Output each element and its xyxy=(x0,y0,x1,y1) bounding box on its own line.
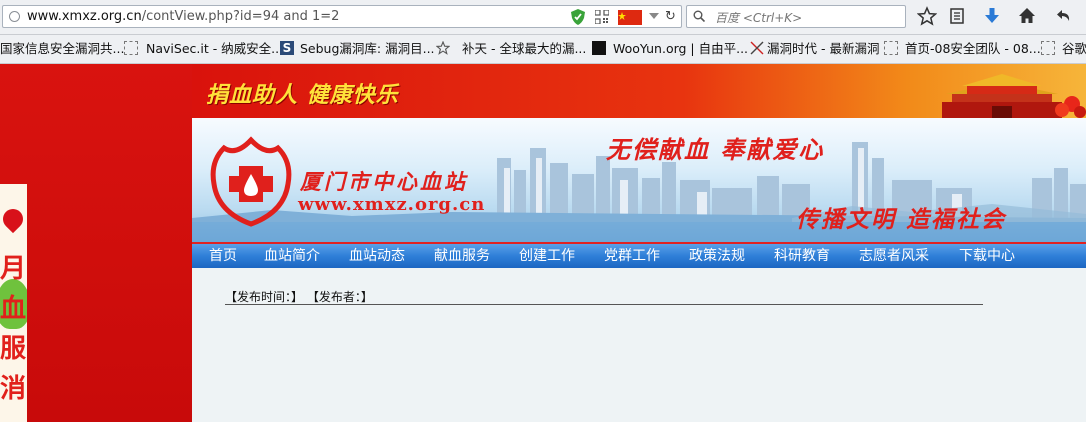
download-icon[interactable] xyxy=(982,6,1002,26)
page-icon xyxy=(1041,41,1055,55)
bookmark-08sec[interactable]: 首页-08安全团队 - 08... xyxy=(905,41,1041,57)
bookmark-star-icon[interactable] xyxy=(917,6,937,26)
org-name: 厦门市中心血站 xyxy=(300,169,468,194)
blood-drop-icon xyxy=(0,204,27,234)
address-bar[interactable]: www.xmxz.org.cn/contView.php?id=94 and 1… xyxy=(2,5,682,28)
nav-party-work[interactable]: 党群工作 xyxy=(604,247,660,265)
tiananmen-image xyxy=(942,74,1086,118)
article-content: 【发布时间：】 【发布者：】 xyxy=(192,268,1086,422)
slogan-civilization: 传播文明 造福社会 xyxy=(796,206,1007,233)
url-path: /contView.php?id=94 and 1=2 xyxy=(141,9,340,24)
wooyun-icon xyxy=(592,41,606,55)
reading-list-icon[interactable] xyxy=(947,6,967,26)
main-nav: 首页 血站简介 血站动态 献血服务 创建工作 党群工作 政策法规 科研教育 志愿… xyxy=(192,242,1086,268)
nav-downloads[interactable]: 下载中心 xyxy=(959,247,1015,265)
article-meta: 【发布时间：】 【发布者：】 xyxy=(225,290,373,304)
home-icon[interactable] xyxy=(1017,6,1037,26)
ad-char: 消 xyxy=(0,374,27,404)
page-icon xyxy=(884,41,898,55)
bookmark-wooyun[interactable]: WooYun.org | 自由平... xyxy=(613,41,748,57)
back-arrow-icon[interactable] xyxy=(1054,6,1074,26)
search-placeholder: 百度 <Ctrl+K> xyxy=(715,11,803,25)
top-banner: 捐血助人 健康快乐 xyxy=(192,64,1086,118)
floating-ad[interactable]: 月 血 服 消 xyxy=(0,184,27,422)
china-flag-icon[interactable] xyxy=(618,10,642,25)
bookmark-butian[interactable]: 补天 - 全球最大的漏... xyxy=(462,41,586,57)
divider xyxy=(225,304,983,305)
nav-donation-service[interactable]: 献血服务 xyxy=(434,247,490,265)
globe-icon xyxy=(9,11,20,22)
qr-code-icon[interactable] xyxy=(595,10,609,24)
ad-char: 服 xyxy=(0,334,27,364)
url-host: www.xmxz.org.cn xyxy=(27,9,142,24)
search-box[interactable]: 百度 <Ctrl+K> xyxy=(686,5,906,28)
org-url: www.xmxz.org.cn xyxy=(298,194,486,215)
bookmark-navisec[interactable]: NaviSec.it - 纳威安全... xyxy=(146,41,283,57)
bookmark-sebug[interactable]: Sebug漏洞库: 漏洞目... xyxy=(300,41,435,57)
nav-creation-work[interactable]: 创建工作 xyxy=(519,247,575,265)
star-outline-icon xyxy=(436,41,450,55)
top-slogan: 捐血助人 健康快乐 xyxy=(206,83,399,108)
shield-check-icon[interactable] xyxy=(571,9,585,25)
bookmark-cnnvd[interactable]: 国家信息安全漏洞共... xyxy=(0,41,124,57)
slogan-donate: 无偿献血 奉献爱心 xyxy=(606,135,825,164)
left-margin xyxy=(0,64,192,422)
sebug-icon: S xyxy=(280,41,294,55)
reload-icon[interactable]: ↻ xyxy=(665,9,679,25)
nav-about[interactable]: 血站简介 xyxy=(264,247,320,265)
nav-policies[interactable]: 政策法规 xyxy=(689,247,745,265)
blood-center-logo xyxy=(210,136,292,227)
bookmark-google[interactable]: 谷歌 xyxy=(1062,41,1086,57)
url-text[interactable]: www.xmxz.org.cn/contView.php?id=94 and 1… xyxy=(27,9,339,24)
bookmark-loudong[interactable]: 漏洞时代 - 最新漏洞 xyxy=(767,41,879,57)
ad-char: 月 xyxy=(0,254,27,284)
header-banner: 厦门市中心血站 www.xmxz.org.cn 无偿献血 奉献爱心 传播文明 造… xyxy=(192,118,1086,242)
web-page: 月 血 服 消 捐血助人 健康快乐 厦门市中心血站 www.xmxz.org.c… xyxy=(0,64,1086,422)
page-icon xyxy=(124,41,138,55)
exploit-icon xyxy=(750,41,764,55)
ad-char: 血 xyxy=(0,294,27,324)
nav-news[interactable]: 血站动态 xyxy=(349,247,405,265)
dropdown-arrow-icon[interactable] xyxy=(649,13,659,19)
nav-home[interactable]: 首页 xyxy=(209,247,237,265)
nav-volunteers[interactable]: 志愿者风采 xyxy=(859,247,929,265)
nav-research[interactable]: 科研教育 xyxy=(774,247,830,265)
bookmarks-toolbar: 国家信息安全漏洞共... NaviSec.it - 纳威安全... S Sebu… xyxy=(0,35,1086,64)
browser-toolbar: www.xmxz.org.cn/contView.php?id=94 and 1… xyxy=(0,0,1086,35)
search-icon xyxy=(693,10,705,22)
